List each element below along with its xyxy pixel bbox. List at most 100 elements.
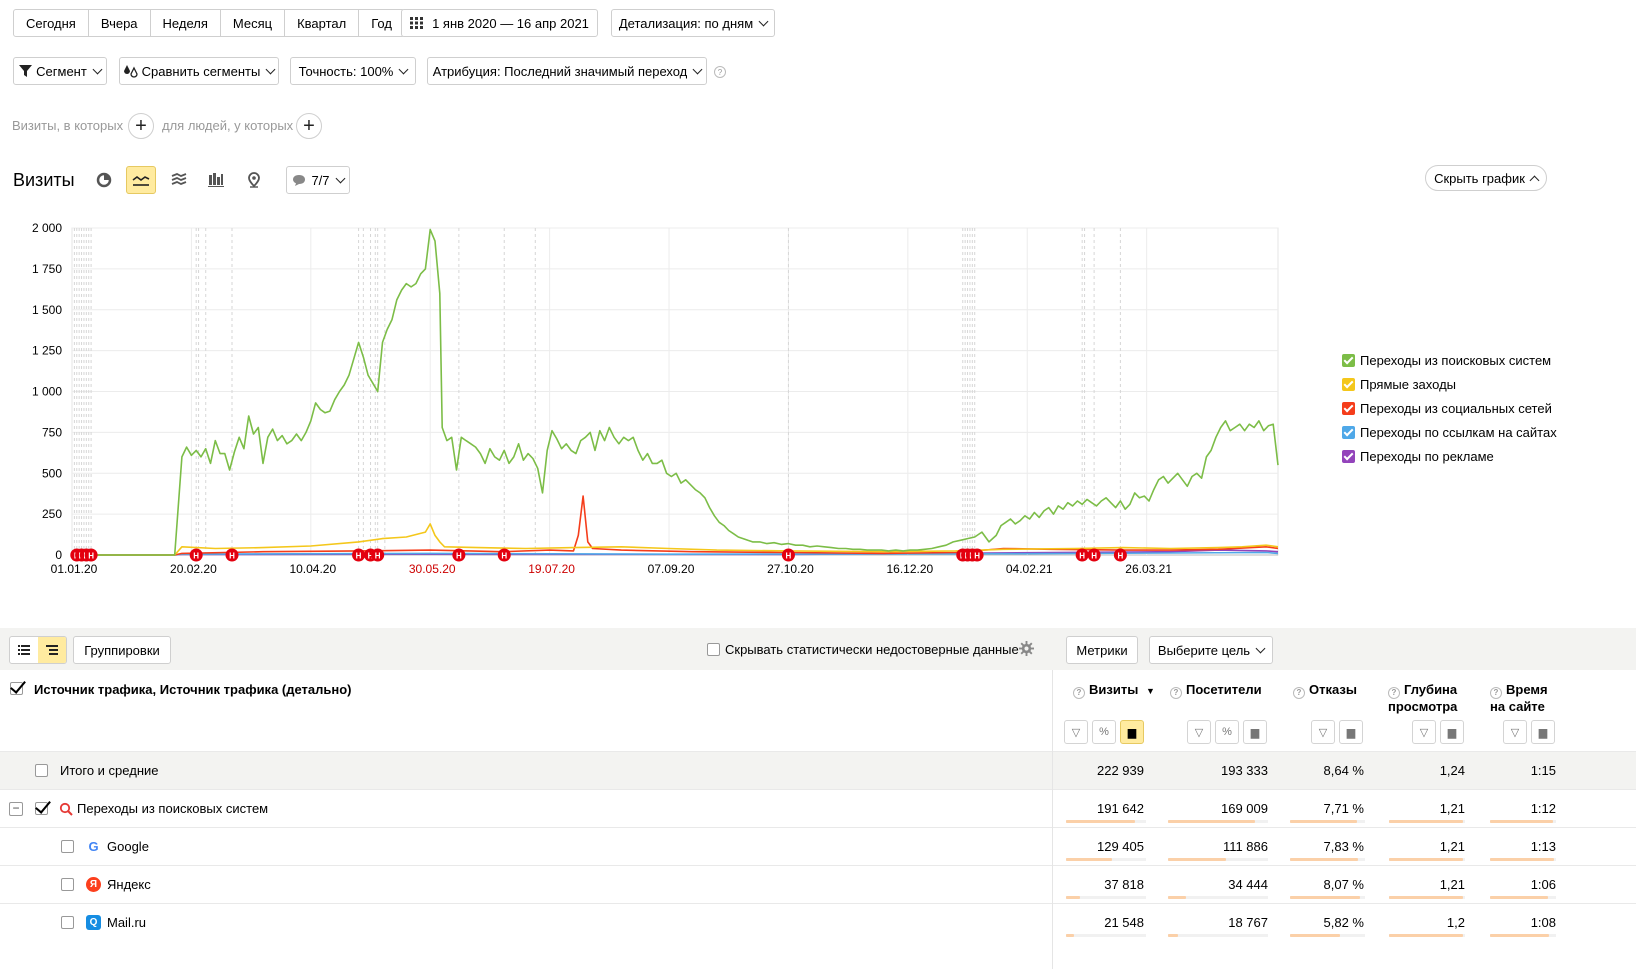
row-checkbox[interactable] bbox=[35, 764, 48, 777]
col-bounce-header[interactable]: ? Отказы bbox=[1293, 682, 1357, 699]
map-pin-icon bbox=[248, 172, 260, 188]
filter-icon[interactable]: ▽ bbox=[1187, 720, 1211, 744]
bar-chart-button[interactable] bbox=[201, 166, 231, 194]
col-visitors-header[interactable]: ? Посетители bbox=[1170, 682, 1262, 699]
period-yesterday[interactable]: Вчера bbox=[89, 10, 151, 36]
help-icon[interactable]: ? bbox=[1388, 687, 1400, 699]
bar-chart-icon[interactable]: ▆ bbox=[1440, 720, 1464, 744]
legend-checkbox[interactable] bbox=[1342, 353, 1355, 367]
dimension-checkbox[interactable] bbox=[10, 682, 23, 695]
add-visit-condition-button[interactable]: + bbox=[128, 113, 154, 139]
line-chart-icon bbox=[132, 176, 150, 186]
tree-view-button[interactable] bbox=[38, 637, 66, 663]
help-icon[interactable]: ? bbox=[1490, 687, 1502, 699]
calendar-icon bbox=[410, 17, 424, 29]
legend-item-links[interactable]: Переходы по ссылкам на сайтах bbox=[1342, 420, 1557, 444]
help-icon[interactable]: ? bbox=[1073, 687, 1085, 699]
percent-icon[interactable]: % bbox=[1092, 720, 1116, 744]
filter-icon[interactable]: ▽ bbox=[1311, 720, 1335, 744]
period-today[interactable]: Сегодня bbox=[14, 10, 89, 36]
legend-item-search[interactable]: Переходы из поисковых систем bbox=[1342, 348, 1557, 372]
y-tick-label: 1 250 bbox=[32, 344, 62, 358]
period-selector: Сегодня Вчера Неделя Месяц Квартал Год bbox=[13, 9, 405, 37]
hide-unreliable-checkbox[interactable] bbox=[707, 643, 720, 656]
people-condition-label: для людей, у которых bbox=[162, 118, 294, 133]
collapse-button[interactable]: − bbox=[9, 802, 23, 816]
legend-item-social[interactable]: Переходы из социальных сетей bbox=[1342, 396, 1557, 420]
groupings-button[interactable]: Группировки bbox=[73, 636, 171, 664]
col-visits-header[interactable]: ? Визиты ▼ bbox=[1073, 682, 1155, 699]
notes-count: 7/7 bbox=[311, 172, 330, 188]
filter-icon[interactable]: ▽ bbox=[1412, 720, 1436, 744]
help-icon[interactable]: ? bbox=[1293, 687, 1305, 699]
percent-icon[interactable]: % bbox=[1215, 720, 1239, 744]
row-checkbox[interactable] bbox=[61, 878, 74, 891]
period-month[interactable]: Месяц bbox=[221, 10, 286, 36]
attribution-dropdown[interactable]: Атрибуция: Последний значимый переход bbox=[427, 57, 707, 85]
value-bar-track bbox=[1168, 934, 1268, 937]
col-time-title-2: на сайте bbox=[1490, 699, 1545, 714]
help-icon[interactable]: ? bbox=[1170, 687, 1182, 699]
legend-checkbox[interactable] bbox=[1342, 401, 1355, 415]
legend-item-direct[interactable]: Прямые заходы bbox=[1342, 372, 1557, 396]
add-people-condition-button[interactable]: + bbox=[296, 113, 322, 139]
legend-item-ads[interactable]: Переходы по рекламе bbox=[1342, 444, 1557, 468]
period-quarter[interactable]: Квартал bbox=[285, 10, 360, 36]
help-icon[interactable]: ? bbox=[714, 66, 726, 78]
goal-dropdown[interactable]: Выберите цель bbox=[1149, 636, 1273, 664]
filter-icon[interactable]: ▽ bbox=[1503, 720, 1527, 744]
date-range-label: 1 янв 2020 — 16 апр 2021 bbox=[432, 15, 589, 31]
segment-button[interactable]: Сегмент bbox=[13, 57, 107, 85]
segment-label: Сегмент bbox=[36, 63, 87, 79]
col-visits-title: Визиты bbox=[1089, 682, 1139, 697]
period-year[interactable]: Год bbox=[359, 10, 404, 36]
row-checkbox[interactable] bbox=[61, 840, 74, 853]
table-row-yandex[interactable]: Я Яндекс 37 818 34 444 8,07 % 1,21 1:06 bbox=[0, 865, 1636, 903]
y-tick-label: 1 500 bbox=[32, 303, 62, 317]
hide-chart-button[interactable]: Скрыть график bbox=[1425, 165, 1547, 191]
holiday-marker-label: Н bbox=[501, 552, 507, 561]
value-bar bbox=[1168, 820, 1255, 823]
col-depth-header[interactable]: ? Глубина просмотра bbox=[1388, 682, 1457, 715]
table-row-search[interactable]: − Переходы из поисковых систем 191 642 1… bbox=[0, 789, 1636, 827]
filter-icon[interactable]: ▽ bbox=[1064, 720, 1088, 744]
pie-chart-button[interactable] bbox=[89, 166, 119, 194]
bar-chart-icon[interactable]: ▆ bbox=[1243, 720, 1267, 744]
detail-dropdown[interactable]: Детализация: по дням bbox=[611, 9, 775, 37]
x-tick-label: 10.04.20 bbox=[289, 562, 336, 576]
table-row-google[interactable]: G Google 129 405 111 886 7,83 % 1,21 1:1… bbox=[0, 827, 1636, 865]
y-tick-label: 500 bbox=[42, 466, 62, 480]
compare-segments-button[interactable]: Сравнить сегменты bbox=[119, 57, 279, 85]
table-row-mailru[interactable]: Q Mail.ru 21 548 18 767 5,82 % 1,2 1:08 bbox=[0, 903, 1636, 941]
holiday-marker-label: Н bbox=[456, 552, 462, 561]
accuracy-dropdown[interactable]: Точность: 100% bbox=[290, 57, 416, 85]
period-week[interactable]: Неделя bbox=[151, 10, 221, 36]
row-label: Итого и средние bbox=[60, 763, 159, 778]
legend-checkbox[interactable] bbox=[1342, 425, 1355, 439]
row-label: Mail.ru bbox=[107, 915, 147, 930]
map-button[interactable] bbox=[239, 166, 269, 194]
table-row-total: Итого и средние 222 939 193 333 8,64 % 1… bbox=[0, 751, 1636, 789]
visits-condition-label: Визиты, в которых bbox=[12, 118, 124, 133]
bar-chart-icon[interactable]: ▆ bbox=[1120, 720, 1144, 744]
row-checkbox[interactable] bbox=[35, 802, 48, 815]
hide-unreliable-toggle[interactable]: Скрывать статистически недостоверные дан… bbox=[707, 642, 1019, 657]
flat-list-button[interactable] bbox=[10, 637, 38, 663]
bar-chart-icon[interactable]: ▆ bbox=[1531, 720, 1555, 744]
gear-icon[interactable] bbox=[1019, 641, 1034, 656]
area-chart-button[interactable] bbox=[164, 166, 194, 194]
line-chart-button[interactable] bbox=[126, 166, 156, 194]
cell-bounce: 8,07 % bbox=[1323, 877, 1364, 892]
row-checkbox[interactable] bbox=[61, 916, 74, 929]
bar-chart-icon[interactable]: ▆ bbox=[1339, 720, 1363, 744]
value-bar bbox=[1490, 820, 1553, 823]
accuracy-label: Точность: 100% bbox=[298, 63, 394, 79]
col-time-header[interactable]: ? Время на сайте bbox=[1490, 682, 1548, 715]
metrics-button[interactable]: Метрики bbox=[1066, 636, 1138, 664]
date-range-button[interactable]: 1 янв 2020 — 16 апр 2021 bbox=[401, 9, 598, 37]
legend-checkbox[interactable] bbox=[1342, 377, 1355, 391]
notes-dropdown[interactable]: 7/7 bbox=[286, 166, 350, 194]
legend-checkbox[interactable] bbox=[1342, 449, 1355, 463]
row-label: Google bbox=[107, 839, 149, 854]
col-visits-tools: ▽ % ▆ bbox=[1064, 720, 1144, 744]
